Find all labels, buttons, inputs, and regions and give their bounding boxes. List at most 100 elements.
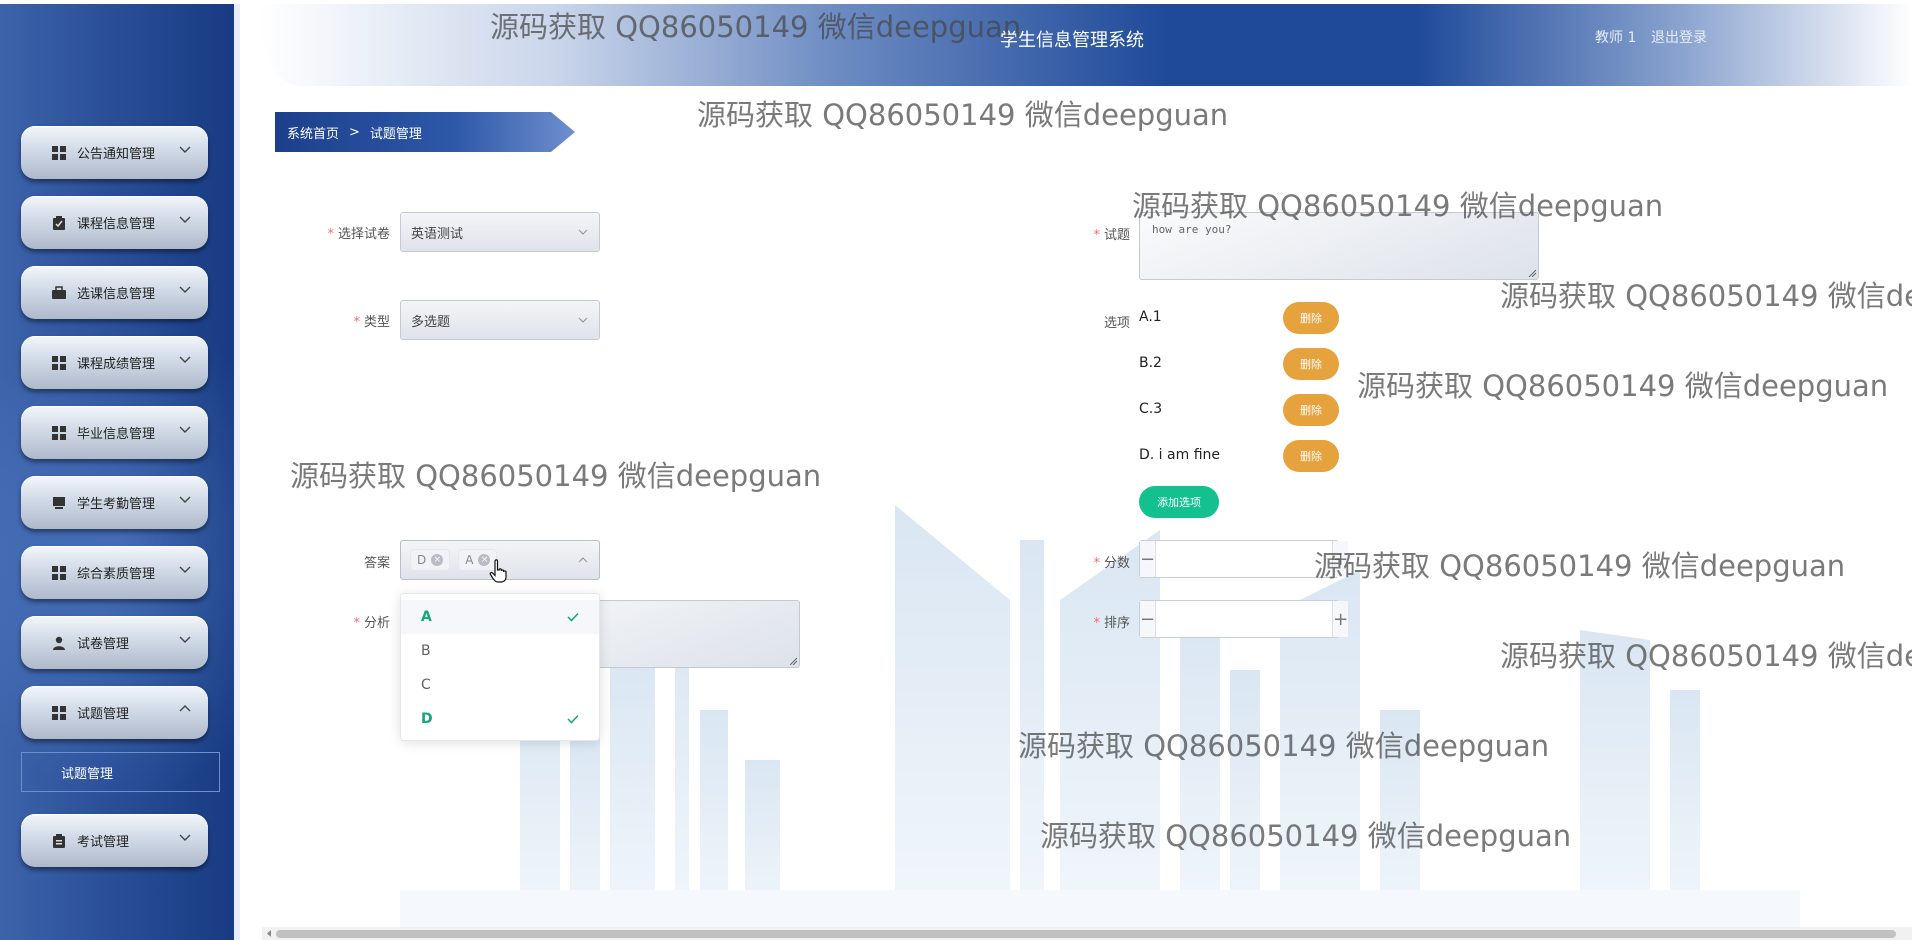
check-icon [567, 612, 579, 622]
required-mark: * [353, 616, 360, 631]
sidebar-item-label: 毕业信息管理 [77, 427, 156, 442]
watermark: 源码获取 QQ86050149 微信deepguan [1040, 819, 1572, 853]
sidebar-item-graduation[interactable]: 毕业信息管理 [21, 406, 208, 459]
chevron-down-icon [179, 216, 191, 223]
scrollbar-thumb[interactable] [276, 930, 1896, 938]
answer-tag: D × [410, 549, 451, 571]
score-increment-button[interactable]: + [1332, 541, 1349, 577]
clipboard-check-icon [51, 215, 67, 231]
delete-option-button[interactable]: 删除 [1283, 394, 1339, 426]
sidebar-item-label: 课程成绩管理 [77, 357, 156, 372]
sidebar-item-attendance[interactable]: 学生考勤管理 [21, 476, 208, 529]
score-input[interactable] [1156, 541, 1333, 577]
chevron-down-icon [179, 426, 191, 433]
sidebar-edge [234, 4, 240, 940]
chevron-down-icon [578, 229, 588, 235]
sidebar-item-papers[interactable]: 试卷管理 [21, 616, 208, 669]
breadcrumb-current: 试题管理 [369, 126, 422, 142]
type-label: * 类型 [353, 315, 390, 330]
sidebar-item-notice[interactable]: 公告通知管理 [21, 126, 208, 179]
watermark: 源码获取 QQ86050149 微信de [1500, 639, 1912, 673]
paper-select[interactable]: 英语测试 [400, 212, 600, 252]
order-increment-button[interactable]: + [1332, 601, 1349, 637]
sidebar-subitem-questions[interactable]: 试题管理 [21, 752, 220, 792]
check-icon [567, 714, 579, 724]
watermark: 源码获取 QQ86050149 微信deepguan [290, 459, 822, 493]
question-textarea[interactable]: how are you? [1139, 212, 1539, 280]
chevron-down-icon [578, 317, 588, 323]
sidebar-item-label: 试题管理 [77, 707, 130, 722]
answer-label: 答案 [363, 556, 390, 571]
sidebar-item-label: 试卷管理 [77, 637, 130, 652]
analysis-label: * 分析 [353, 616, 390, 631]
chevron-up-icon [578, 557, 588, 563]
paper-select-value: 英语测试 [411, 226, 464, 242]
add-option-button[interactable]: 添加选项 [1139, 486, 1219, 518]
sidebar-item-label: 公告通知管理 [77, 147, 156, 162]
paper-label: * 选择试卷 [327, 227, 390, 242]
answer-dropdown: A B C D [400, 593, 600, 741]
watermark: 源码获取 QQ86050149 微信deepguan [1314, 549, 1846, 583]
option-text: D. i am fine [1139, 447, 1220, 463]
sidebar-item-label: 考试管理 [77, 835, 130, 850]
order-stepper: − + [1139, 600, 1349, 638]
app-title: 学生信息管理系统 [1000, 30, 1144, 51]
delete-option-button[interactable]: 删除 [1283, 440, 1339, 472]
sidebar-item-label: 选课信息管理 [77, 287, 156, 302]
required-mark: * [1093, 228, 1100, 243]
grid-icon [51, 705, 67, 721]
chevron-down-icon [179, 834, 191, 841]
grid-icon [51, 565, 67, 581]
watermark: 源码获取 QQ86050149 微信deepguan [1357, 369, 1889, 403]
grid-icon [51, 355, 67, 371]
order-input[interactable] [1156, 601, 1333, 637]
chevron-down-icon [179, 146, 191, 153]
order-decrement-button[interactable]: − [1140, 601, 1157, 637]
delete-option-button[interactable]: 删除 [1283, 348, 1339, 380]
grid-icon [51, 425, 67, 441]
dropdown-option-c[interactable]: C [401, 668, 599, 702]
type-select[interactable]: 多选题 [400, 300, 600, 340]
chevron-down-icon [179, 636, 191, 643]
sidebar-item-label: 综合素质管理 [77, 567, 156, 582]
score-decrement-button[interactable]: − [1140, 541, 1157, 577]
briefcase-icon [51, 285, 67, 301]
option-text: B.2 [1139, 355, 1162, 371]
sidebar-item-course-selection[interactable]: 选课信息管理 [21, 266, 208, 319]
chevron-down-icon [179, 496, 191, 503]
user-icon [51, 635, 67, 651]
required-mark: * [327, 227, 334, 242]
dropdown-option-a[interactable]: A [401, 600, 599, 634]
logout-link[interactable]: 退出登录 [1651, 27, 1707, 47]
required-mark: * [353, 315, 360, 330]
chevron-up-icon [179, 705, 191, 712]
sidebar-item-questions[interactable]: 试题管理 [21, 686, 208, 739]
dropdown-option-b[interactable]: B [401, 634, 599, 668]
required-mark: * [1093, 556, 1100, 571]
question-value: how are you? [1152, 223, 1232, 236]
dropdown-option-d[interactable]: D [401, 702, 599, 736]
order-label: * 排序 [1093, 616, 1130, 631]
resize-grip-icon[interactable] [789, 657, 797, 665]
horizontal-scrollbar[interactable] [262, 927, 1912, 940]
breadcrumb-separator: > [349, 124, 360, 140]
monitor-icon [51, 495, 67, 511]
breadcrumb-home[interactable]: 系统首页 [287, 123, 339, 142]
required-mark: * [1093, 616, 1100, 631]
options-label: 选项 [1103, 316, 1130, 331]
scroll-left-icon[interactable] [265, 929, 273, 938]
sidebar-item-course-info[interactable]: 课程信息管理 [21, 196, 208, 249]
sidebar-item-exams[interactable]: 考试管理 [21, 814, 208, 867]
close-icon[interactable]: × [431, 554, 444, 566]
resize-grip-icon[interactable] [1528, 269, 1536, 277]
sidebar-item-quality[interactable]: 综合素质管理 [21, 546, 208, 599]
option-text: A.1 [1139, 309, 1162, 325]
breadcrumb: 系统首页 > 试题管理 [275, 112, 575, 152]
grid-icon [51, 145, 67, 161]
delete-option-button[interactable]: 删除 [1283, 302, 1339, 334]
sidebar-item-course-grades[interactable]: 课程成绩管理 [21, 336, 208, 389]
sidebar-item-label: 课程信息管理 [77, 217, 156, 232]
watermark: 源码获取 QQ86050149 微信de [1500, 279, 1912, 313]
chevron-down-icon [179, 286, 191, 293]
option-text: C.3 [1139, 401, 1163, 417]
